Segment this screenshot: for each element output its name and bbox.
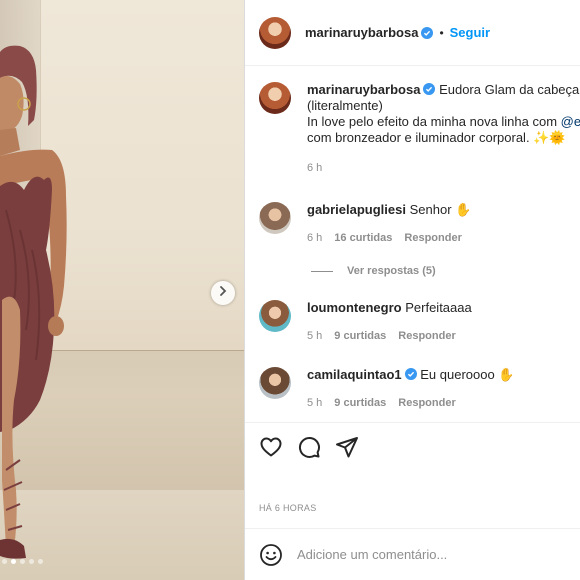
comment-icon[interactable] xyxy=(297,435,321,459)
comment-meta: 5 h 9 curtidas Responder xyxy=(307,328,580,344)
comment-avatar[interactable] xyxy=(259,300,291,332)
caption-line-3: In love pelo efeito da minha nova linha … xyxy=(307,114,561,129)
verified-badge-icon xyxy=(404,368,417,380)
post-timestamp[interactable]: HÁ 6 HORAS xyxy=(259,503,317,513)
comment-text: Senhor ✋ xyxy=(409,202,472,217)
caption-line-4: com bronzeador e iluminador corporal. ✨🌞 xyxy=(307,130,566,145)
caption-meta: 6 h xyxy=(307,160,580,176)
verified-badge-icon xyxy=(421,26,434,39)
comment-avatar[interactable] xyxy=(259,202,291,234)
carousel-dot xyxy=(20,559,25,564)
carousel-dot xyxy=(29,559,34,564)
caption-time: 6 h xyxy=(307,162,323,174)
carousel-dots xyxy=(2,559,43,564)
comment-meta: 5 h 9 curtidas Responder xyxy=(307,395,580,411)
post-header: marinaruybarbosa • Seguir xyxy=(245,0,580,66)
comment-meta: 6 h 16 curtidas Responder xyxy=(307,230,580,246)
post-photo[interactable] xyxy=(0,0,244,580)
comment-reply-button[interactable]: Responder xyxy=(398,328,455,344)
post-actions-bar xyxy=(245,422,580,482)
comment-time: 5 h xyxy=(307,397,323,409)
comment-likes[interactable]: 9 curtidas xyxy=(334,328,386,344)
caption-line-2: (literalmente) xyxy=(307,98,383,113)
comment-reply-button[interactable]: Responder xyxy=(404,230,461,246)
comment-time: 6 h xyxy=(307,232,323,244)
comment-body: loumontenegro Perfeitaaaa 5 h 9 curtidas… xyxy=(307,300,580,344)
comment-body: gabrielapugliesi Senhor ✋ 6 h 16 curtida… xyxy=(307,202,580,246)
view-replies-button[interactable]: Ver respostas (5) xyxy=(311,265,436,277)
add-comment-input[interactable] xyxy=(297,547,537,562)
view-replies-label: Ver respostas (5) xyxy=(347,265,436,277)
post-details-panel: marinaruybarbosa • Seguir marinaruybarbo… xyxy=(244,0,580,580)
caption-avatar[interactable] xyxy=(259,82,291,114)
chevron-right-icon xyxy=(217,284,229,302)
comment-likes[interactable]: 16 curtidas xyxy=(334,230,392,246)
emoji-icon[interactable] xyxy=(259,543,283,567)
carousel-dot xyxy=(38,559,43,564)
follow-button[interactable]: Seguir xyxy=(450,25,490,40)
comment-avatar[interactable] xyxy=(259,367,291,399)
heart-icon[interactable] xyxy=(259,435,283,459)
comment-text: Perfeitaaaa xyxy=(405,300,472,315)
header-separator: • xyxy=(439,25,444,40)
comment-body: camilaquintao1 Eu queroooo ✋ 5 h 9 curti… xyxy=(307,367,580,411)
comment-username[interactable]: gabrielapugliesi xyxy=(307,202,406,217)
caption-username[interactable]: marinaruybarbosa xyxy=(307,82,420,97)
view-replies-line xyxy=(311,270,333,272)
comment-username[interactable]: camilaquintao1 xyxy=(307,367,402,382)
share-icon[interactable] xyxy=(335,435,359,459)
caption-body: marinaruybarbosa Eudora Glam da cabeça a… xyxy=(307,82,580,176)
comment-time: 5 h xyxy=(307,330,323,342)
comment-reply-button[interactable]: Responder xyxy=(398,395,455,411)
comments-list[interactable]: marinaruybarbosa Eudora Glam da cabeça a… xyxy=(245,66,580,422)
carousel-dot-active xyxy=(11,559,16,564)
caption-line-1: Eudora Glam da cabeça ao xyxy=(439,82,580,97)
author-avatar[interactable] xyxy=(259,16,291,49)
carousel-next-button[interactable] xyxy=(211,281,235,305)
verified-badge-icon xyxy=(423,83,436,95)
comment-likes[interactable]: 9 curtidas xyxy=(334,395,386,411)
author-username[interactable]: marinaruybarbosa xyxy=(305,25,418,40)
comment-username[interactable]: loumontenegro xyxy=(307,300,402,315)
add-comment-bar xyxy=(245,528,580,580)
comment-text: Eu queroooo ✋ xyxy=(420,367,515,382)
caption-mention-link[interactable]: @e xyxy=(561,114,580,129)
carousel-dot xyxy=(2,559,7,564)
